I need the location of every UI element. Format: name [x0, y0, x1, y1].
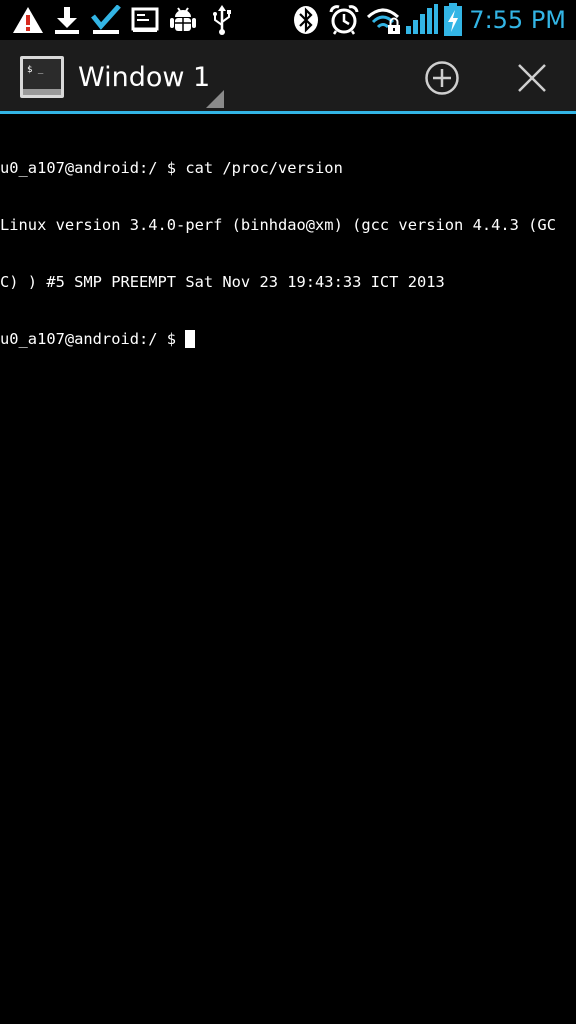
- terminal-prompt-line: u0_a107@android:/ $: [0, 330, 576, 349]
- download-icon: [52, 4, 82, 36]
- bluetooth-icon: [292, 4, 320, 36]
- android-debug-icon: [168, 4, 198, 36]
- close-window-button[interactable]: [500, 48, 564, 108]
- window-spinner[interactable]: Window 1: [72, 48, 224, 108]
- wifi-icon: [366, 4, 402, 36]
- alarm-icon: [328, 4, 360, 36]
- screen-icon: [131, 4, 159, 36]
- terminal-prompt: u0_a107@android:/ $: [0, 330, 186, 348]
- warning-icon: [12, 4, 44, 36]
- terminal-line: u0_a107@android:/ $ cat /proc/version: [0, 159, 343, 177]
- battery-charging-icon: [442, 3, 464, 36]
- terminal-output: u0_a107@android:/ $ cat /proc/version Li…: [0, 121, 576, 387]
- status-bar: 7:55 PM: [0, 0, 576, 40]
- terminal-line: C) ) #5 SMP PREEMPT Sat Nov 23 19:43:33 …: [0, 273, 445, 291]
- add-circle-icon: [425, 61, 459, 95]
- signal-icon: [404, 4, 438, 36]
- close-icon: [518, 64, 546, 92]
- svg-text:$ _: $ _: [27, 65, 44, 75]
- terminal-app-icon[interactable]: $ _: [20, 56, 64, 98]
- terminal-line: Linux version 3.4.0-perf (binhdao@xm) (g…: [0, 216, 556, 234]
- terminal-view[interactable]: u0_a107@android:/ $ cat /proc/version Li…: [0, 117, 576, 1024]
- status-time: 7:55 PM: [469, 6, 566, 34]
- terminal-cursor: [185, 330, 196, 348]
- action-bar: $ _ Window 1: [0, 40, 576, 114]
- add-window-button[interactable]: [410, 48, 474, 108]
- check-icon: [90, 4, 122, 36]
- usb-icon: [210, 4, 234, 36]
- window-title: Window 1: [78, 62, 211, 93]
- spinner-caret-icon: [206, 90, 224, 108]
